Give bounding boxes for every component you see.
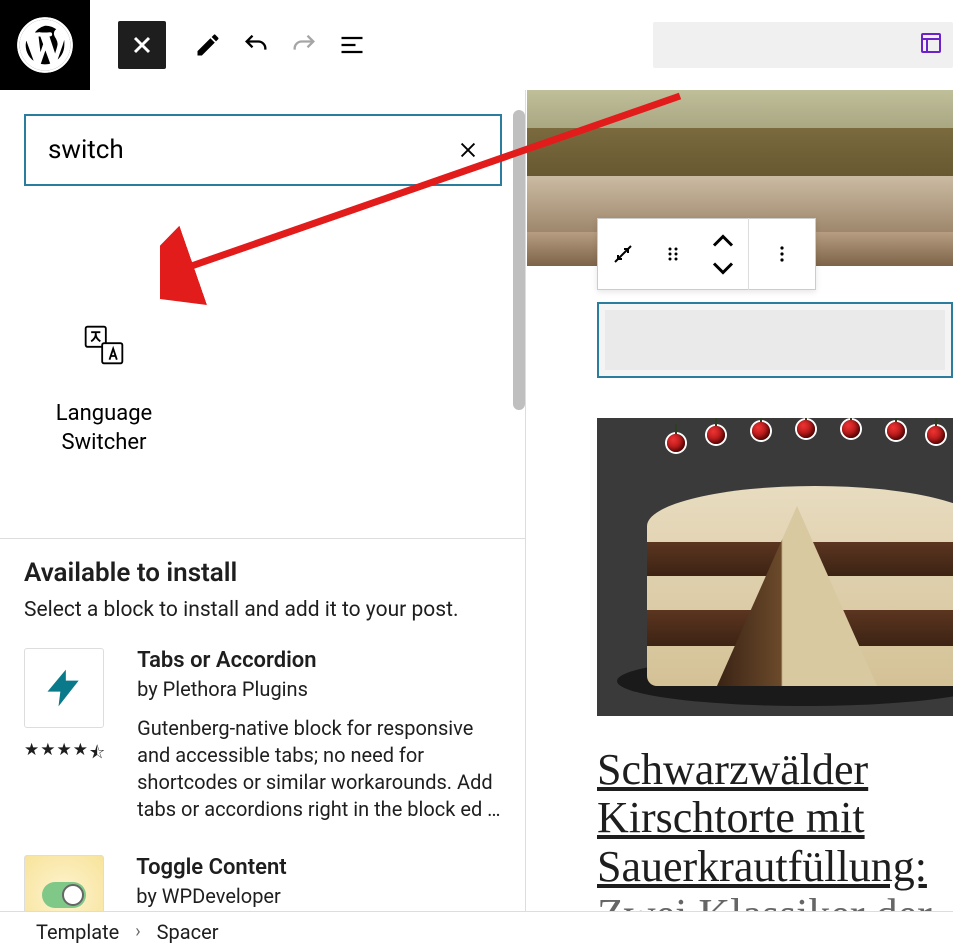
available-to-install-section: Available to install Select a block to i…	[24, 558, 501, 911]
block-search	[24, 114, 502, 186]
plugin-item-toggle-content[interactable]: ★★★★★ Toggle Content by WPDeveloper Togg…	[24, 855, 501, 911]
edit-icon[interactable]	[184, 21, 232, 69]
available-heading: Available to install	[24, 558, 501, 588]
post-featured-image-cake[interactable]	[597, 418, 953, 716]
plugin-item-tabs-accordion[interactable]: ★★★★⯪ Tabs or Accordion by Plethora Plug…	[24, 648, 501, 823]
plugin-thumbnail	[24, 855, 104, 911]
top-search-bar[interactable]	[653, 22, 953, 68]
template-icon	[919, 31, 943, 59]
plugin-description: Gutenberg-native block for responsive an…	[137, 715, 501, 823]
chevron-right-icon: ›	[135, 921, 140, 942]
breadcrumb-footer: Template › Spacer	[0, 911, 953, 951]
editor-canvas: Schwarzwälder Kirschtorte mit Sauerkraut…	[527, 90, 953, 911]
plugin-thumbnail	[24, 648, 104, 728]
block-inserter-panel: Language Switcher Available to install S…	[0, 90, 526, 911]
block-result-language-switcher[interactable]: Language Switcher	[24, 290, 184, 457]
block-toolbar	[597, 218, 816, 290]
redo-button[interactable]	[280, 21, 328, 69]
clear-search-icon[interactable]	[450, 132, 486, 168]
translate-icon	[24, 290, 184, 400]
document-overview-button[interactable]	[328, 21, 376, 69]
close-inserter-button[interactable]	[118, 21, 166, 69]
plugin-author: by Plethora Plugins	[137, 677, 501, 701]
star-rating: ★★★★⯪	[24, 740, 105, 769]
undo-button[interactable]	[232, 21, 280, 69]
editor-topbar	[0, 0, 953, 90]
move-up-down-buttons[interactable]	[698, 218, 748, 290]
breadcrumb-root[interactable]: Template	[36, 920, 119, 944]
panel-divider	[0, 538, 525, 539]
selected-spacer-block[interactable]	[597, 302, 953, 378]
block-result-name: Language Switcher	[24, 400, 184, 457]
drag-handle-icon[interactable]	[648, 218, 698, 290]
plugin-title: Tabs or Accordion	[137, 648, 501, 673]
breadcrumb-current[interactable]: Spacer	[157, 920, 219, 944]
wordpress-logo[interactable]	[0, 0, 90, 90]
more-options-button[interactable]	[749, 218, 815, 290]
available-subtext: Select a block to install and add it to …	[24, 598, 501, 622]
plugin-title: Toggle Content	[136, 855, 452, 880]
plugin-author: by WPDeveloper	[136, 884, 452, 908]
scrollbar[interactable]	[513, 110, 525, 410]
resize-icon[interactable]	[598, 218, 648, 290]
block-search-input[interactable]	[48, 135, 440, 165]
